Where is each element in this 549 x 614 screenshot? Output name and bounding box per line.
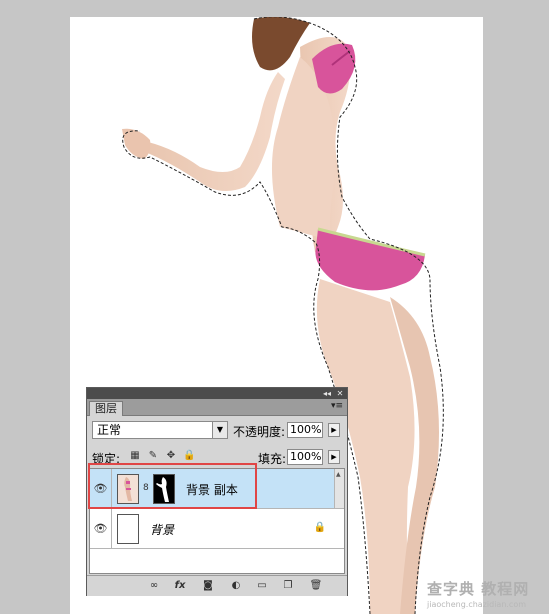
highlight-box <box>88 463 257 509</box>
lock-all-icon[interactable]: 🔒 <box>183 450 195 462</box>
new-group-icon[interactable]: ▭ <box>255 579 269 593</box>
scroll-up-icon[interactable]: ▲ <box>336 471 341 478</box>
lock-transparent-icon[interactable]: ▦ <box>129 450 141 462</box>
watermark-text: 查字典 教程网 <box>427 580 530 598</box>
add-mask-icon[interactable]: ◙ <box>201 579 215 593</box>
trash-icon[interactable]: 🗑 <box>309 579 323 593</box>
adjustment-layer-icon[interactable]: ◐ <box>229 579 243 593</box>
lock-icon: 🔒 <box>313 522 326 533</box>
fx-icon[interactable]: fx <box>173 579 187 593</box>
opacity-label: 不透明度: <box>233 425 286 439</box>
eye-icon[interactable]: 👁 <box>90 509 112 548</box>
panel-tab-row: 图层 ▾≡ <box>87 399 347 416</box>
fill-label: 填充: <box>258 452 287 466</box>
layers-bottom-bar: ∞ fx ◙ ◐ ▭ ❐ 🗑 <box>87 575 347 596</box>
watermark-url: jiaocheng.chazidian.com <box>427 600 527 609</box>
layer-row-background[interactable]: 👁 背景 🔒 <box>90 509 344 549</box>
fill-input[interactable]: 100% <box>287 449 323 465</box>
fill-slider-button[interactable]: ▶ <box>328 450 340 464</box>
link-layers-icon[interactable]: ∞ <box>147 579 161 593</box>
scrollbar[interactable]: ▲ <box>334 469 344 508</box>
blend-mode-select[interactable]: 正常 ▼ <box>92 421 228 439</box>
tab-layers[interactable]: 图层 <box>89 401 123 416</box>
opacity-slider-button[interactable]: ▶ <box>328 423 340 437</box>
new-layer-icon[interactable]: ❐ <box>281 579 295 593</box>
layer-name[interactable]: 背景 <box>150 521 174 538</box>
blend-mode-value: 正常 <box>97 423 122 437</box>
opacity-input[interactable]: 100% <box>287 422 323 438</box>
close-icon[interactable]: ✕ <box>334 388 346 399</box>
chevron-down-icon[interactable]: ▼ <box>212 422 227 438</box>
collapse-icon[interactable]: ◂◂ <box>321 388 333 399</box>
panel-titlebar: ◂◂ ✕ <box>87 388 347 399</box>
lock-position-icon[interactable]: ✥ <box>165 450 177 462</box>
watermark: 查字典 教程网 jiaocheng.chazidian.com <box>413 578 546 612</box>
panel-menu-icon[interactable]: ▾≡ <box>331 401 343 411</box>
lock-image-icon[interactable]: ✎ <box>147 450 159 462</box>
layer-thumbnail <box>117 514 139 544</box>
